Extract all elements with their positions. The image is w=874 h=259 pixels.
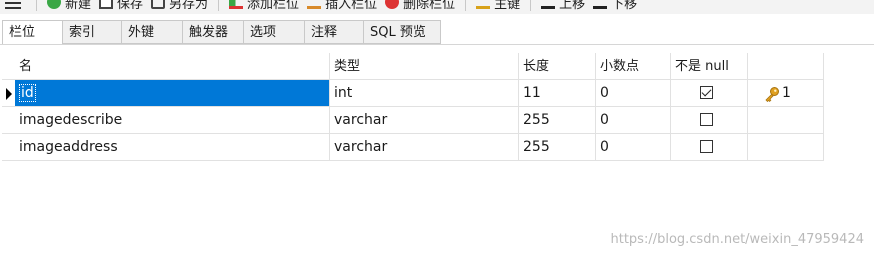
- row-indicator: [2, 80, 15, 107]
- field-key-cell[interactable]: [748, 107, 824, 134]
- tab-triggers[interactable]: 触发器: [183, 20, 244, 44]
- row-indicator: [2, 107, 15, 134]
- delete-column-icon: [385, 0, 400, 9]
- tab-comment[interactable]: 注释: [305, 20, 364, 44]
- toolbar-separator: [36, 0, 37, 11]
- tab-bar: 栏位 索引 外键 触发器 选项 注释 SQL 预览: [2, 20, 441, 44]
- not-null-checkbox[interactable]: [700, 140, 713, 153]
- field-type-cell[interactable]: int: [330, 80, 519, 107]
- arrow-down-icon: [593, 0, 608, 9]
- save-button[interactable]: 保存: [95, 0, 147, 13]
- field-key-cell[interactable]: [748, 134, 824, 161]
- column-header-name[interactable]: 名: [15, 53, 330, 80]
- move-up-button[interactable]: 上移: [537, 0, 589, 13]
- fields-grid: 名 类型 长度 小数点 不是 null id int 11 0 1 imaged…: [2, 53, 824, 161]
- insert-column-label: 插入栏位: [325, 0, 378, 12]
- add-column-label: 添加栏位: [247, 0, 300, 12]
- save-as-icon: [151, 0, 166, 9]
- current-row-arrow-icon: [6, 88, 12, 100]
- field-not-null-cell[interactable]: [671, 80, 748, 107]
- arrow-up-icon: [541, 0, 556, 9]
- field-decimals-cell[interactable]: 0: [596, 134, 671, 161]
- toolbar-separator: [218, 0, 220, 11]
- field-length-cell[interactable]: 255: [519, 107, 596, 134]
- move-up-label: 上移: [559, 0, 586, 12]
- table-row[interactable]: imageaddress varchar 255 0: [2, 134, 824, 161]
- tab-fields[interactable]: 栏位: [2, 20, 63, 44]
- new-label: 新建: [65, 0, 92, 12]
- table-row[interactable]: id int 11 0 1: [2, 80, 824, 107]
- delete-column-button[interactable]: 删除栏位: [381, 0, 459, 13]
- field-name-cell[interactable]: imagedescribe: [15, 107, 330, 134]
- key-order: 1: [782, 85, 791, 101]
- row-indicator: [2, 134, 15, 161]
- not-null-checkbox[interactable]: [700, 86, 713, 99]
- save-icon: [99, 0, 114, 9]
- toolbar-separator: [465, 0, 467, 11]
- primary-key-button[interactable]: 主键: [472, 0, 524, 13]
- field-name-cell[interactable]: imageaddress: [15, 134, 330, 161]
- column-header-key[interactable]: [748, 53, 824, 80]
- move-down-button[interactable]: 下移: [589, 0, 641, 13]
- not-null-checkbox[interactable]: [700, 113, 713, 126]
- new-icon: [47, 0, 61, 9]
- field-not-null-cell[interactable]: [671, 107, 748, 134]
- field-decimals-cell[interactable]: 0: [596, 80, 671, 107]
- save-label: 保存: [117, 0, 144, 12]
- column-header-length[interactable]: 长度: [519, 53, 596, 80]
- tab-options[interactable]: 选项: [244, 20, 305, 44]
- watermark: https://blog.csdn.net/weixin_47959424: [610, 232, 864, 247]
- menu-button[interactable]: [0, 0, 30, 13]
- column-header-not-null[interactable]: 不是 null: [671, 53, 748, 80]
- save-as-button[interactable]: 另存为: [147, 0, 212, 13]
- field-decimals-cell[interactable]: 0: [596, 107, 671, 134]
- table-row[interactable]: imagedescribe varchar 255 0: [2, 107, 824, 134]
- column-header-decimals[interactable]: 小数点: [596, 53, 671, 80]
- new-button[interactable]: 新建: [43, 0, 95, 13]
- primary-key-label: 主键: [494, 0, 521, 12]
- field-type-cell[interactable]: varchar: [330, 134, 519, 161]
- tab-foreign-keys[interactable]: 外键: [122, 20, 183, 44]
- field-name-cell[interactable]: id: [15, 80, 330, 107]
- key-icon: [476, 0, 491, 9]
- toolbar: 新建 保存 另存为 添加栏位 插入栏位 删除栏位 主键 上移 下移: [0, 0, 874, 14]
- toolbar-separator: [530, 0, 532, 11]
- tab-indexes[interactable]: 索引: [63, 20, 122, 44]
- menu-icon: [4, 0, 22, 9]
- field-type-cell[interactable]: varchar: [330, 107, 519, 134]
- tab-sql-preview[interactable]: SQL 预览: [364, 20, 441, 44]
- move-down-label: 下移: [611, 0, 638, 12]
- insert-column-button[interactable]: 插入栏位: [303, 0, 381, 13]
- column-header-type[interactable]: 类型: [330, 53, 519, 80]
- delete-column-label: 删除栏位: [403, 0, 456, 12]
- field-key-cell[interactable]: 1: [748, 80, 824, 107]
- key-icon: [765, 86, 779, 102]
- add-column-button[interactable]: 添加栏位: [225, 0, 303, 13]
- field-not-null-cell[interactable]: [671, 134, 748, 161]
- insert-column-icon: [307, 0, 322, 9]
- grid-header-row: 名 类型 长度 小数点 不是 null: [2, 53, 824, 80]
- field-length-cell[interactable]: 255: [519, 134, 596, 161]
- save-as-label: 另存为: [169, 0, 209, 12]
- add-column-icon: [229, 0, 244, 9]
- field-length-cell[interactable]: 11: [519, 80, 596, 107]
- row-indicator-header: [2, 53, 15, 80]
- tab-divider: [0, 44, 874, 45]
